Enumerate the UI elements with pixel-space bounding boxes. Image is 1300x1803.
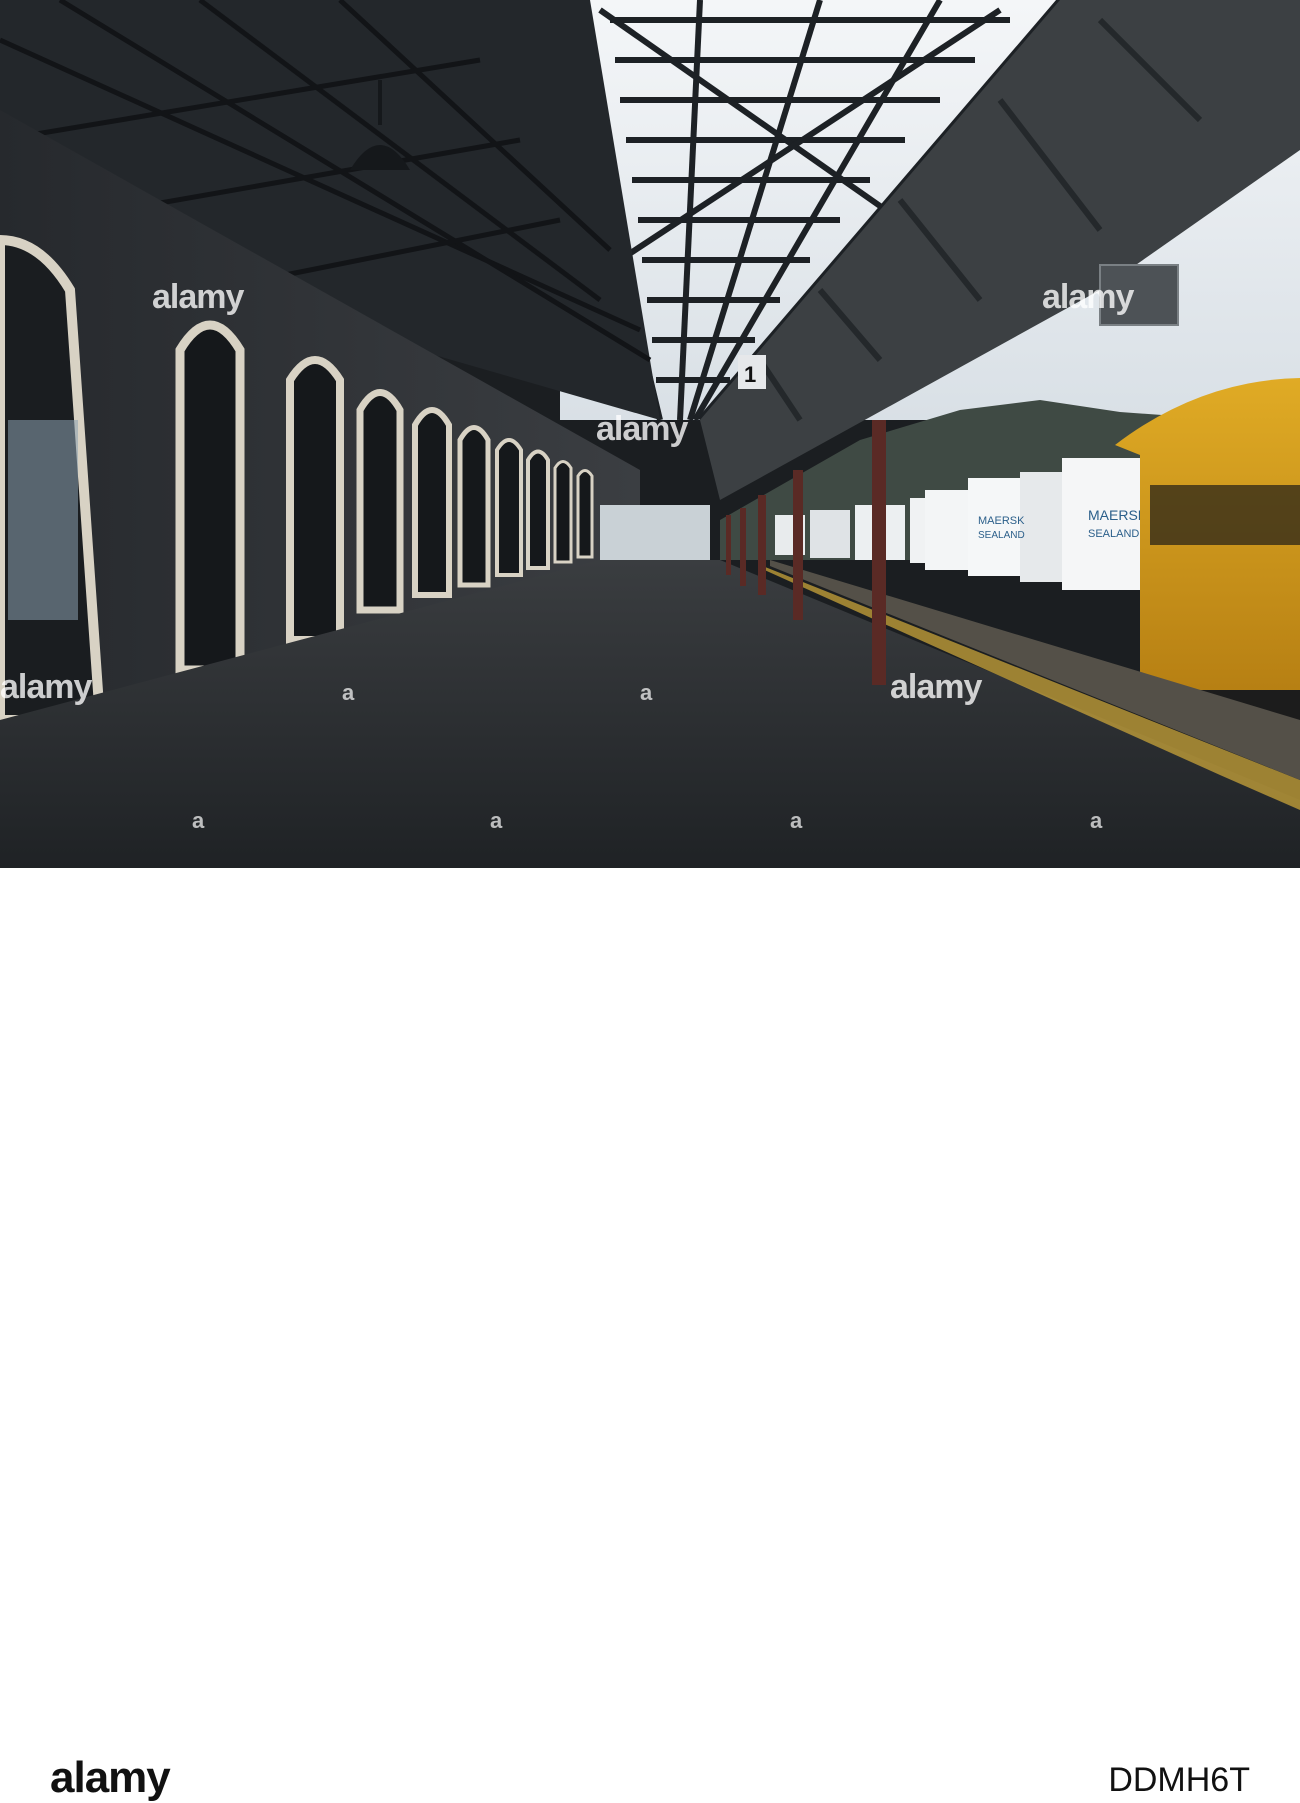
container-logo-1: MAERSK — [978, 515, 1025, 527]
stock-logo: alamy — [50, 1753, 171, 1802]
railway-platform-photo: MAERSK SEALAND MAERSK SEALAND 1 alamy al… — [0, 0, 1300, 868]
container-logo-2-sub: SEALAND — [1088, 528, 1139, 540]
watermark-4: alamy — [0, 668, 92, 706]
stock-image-id: DDMH6T — [1108, 1761, 1250, 1799]
stock-footer: alamy DDMH6T — [0, 868, 1300, 1802]
watermark-dot-5: a — [790, 808, 802, 833]
watermark-3: alamy — [596, 410, 688, 448]
container-logo-2: MAERSK — [1088, 507, 1148, 523]
watermark-5: alamy — [890, 668, 982, 706]
watermark-dot-2: a — [640, 680, 652, 705]
watermark-2: alamy — [1042, 278, 1134, 316]
watermark-dot-3: a — [192, 808, 204, 833]
watermark-dot-4: a — [490, 808, 502, 833]
watermark-dot-6: a — [1090, 808, 1102, 833]
far-opening — [600, 505, 710, 560]
watermark-1: alamy — [152, 278, 244, 316]
watermark-dot-1: a — [342, 680, 354, 705]
platform-number: 1 — [744, 362, 756, 387]
container-logo-1-sub: SEALAND — [978, 530, 1025, 541]
carriage-windows — [1150, 485, 1300, 545]
